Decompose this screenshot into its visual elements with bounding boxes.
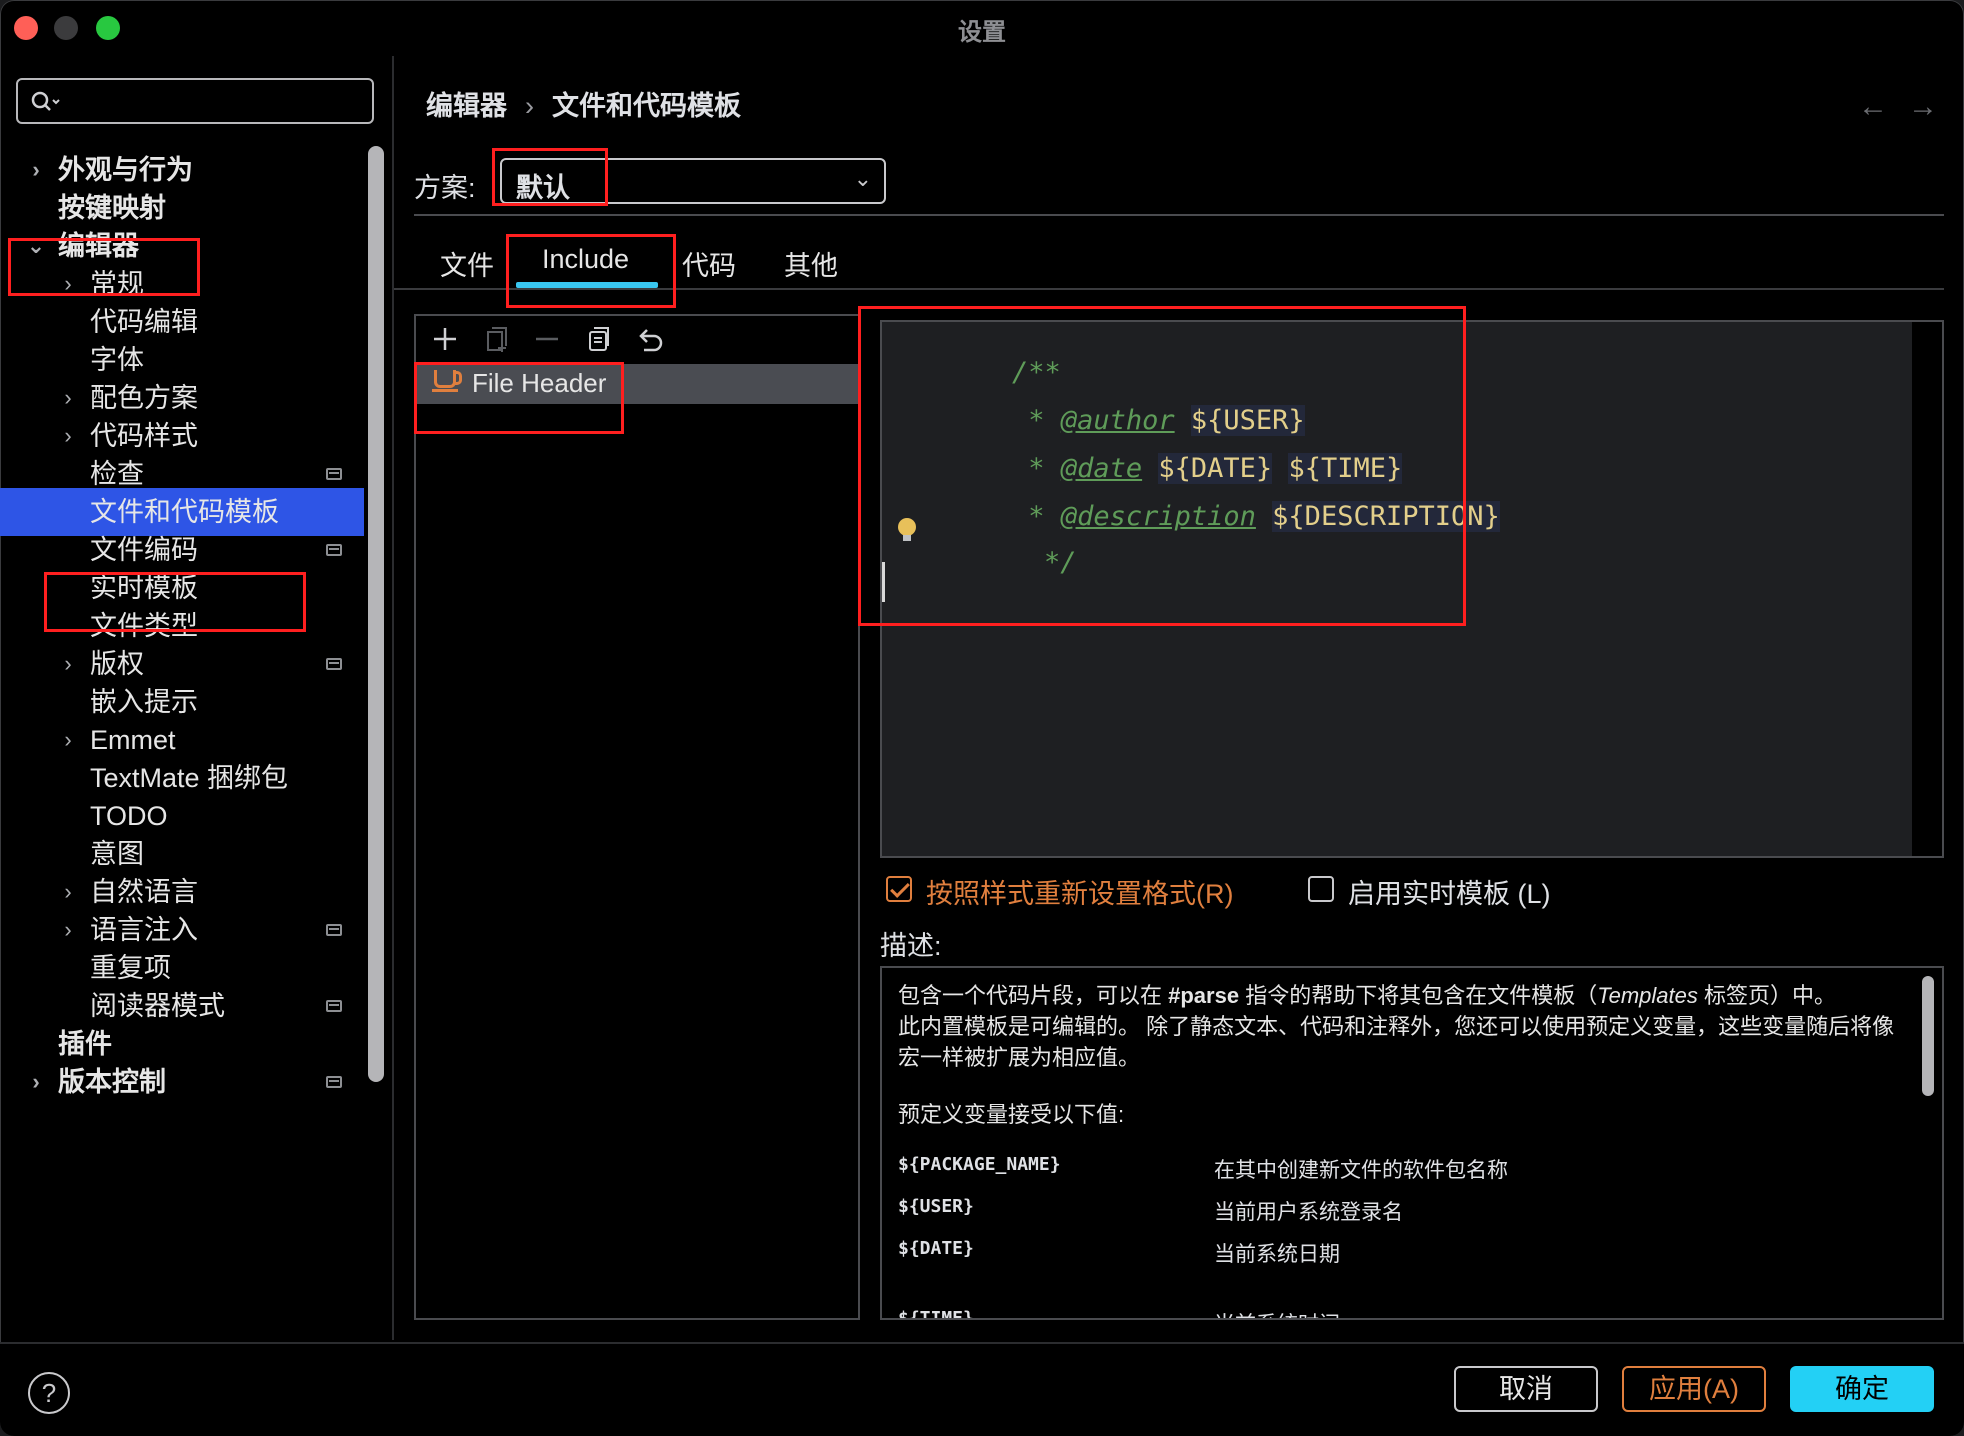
title-bar: 设置 [0,0,1964,56]
tab-files[interactable]: 文件 [440,244,494,283]
description-text: 指令的帮助下将其包含在文件模板（ [1239,983,1598,1008]
variable-name: ${PACKAGE_NAME} [898,1154,1061,1175]
description-panel[interactable]: 包含一个代码片段，可以在 #parse 指令的帮助下将其包含在文件模板（Temp… [880,966,1944,1320]
remove-icon[interactable] [532,324,562,354]
apply-button[interactable]: 应用(A) [1622,1366,1766,1412]
divider [414,214,1944,216]
template-list-panel: File Header [414,314,860,1320]
description-text: 包含一个代码片段，可以在 #parse 指令的帮助下将其包含在文件模板（Temp… [898,980,1898,1130]
scheme-value: 默认 [516,173,570,203]
description-label: 描述: [880,931,942,961]
ok-button[interactable]: 确定 [1790,1366,1934,1412]
description-text: 包含一个代码片段，可以在 [898,983,1169,1008]
template-list-toolbar [416,316,858,362]
template-name: File Header [472,368,607,398]
project-level-icon [326,1000,342,1012]
description-paragraph: 预定义变量接受以下值: [898,1102,1125,1127]
chevron-right-icon[interactable]: › [24,1058,48,1106]
variable-description: 当前系统日期 [1214,1243,1340,1266]
project-level-icon [326,468,342,480]
variable-name: ${USER} [898,1196,974,1217]
template-list-item[interactable]: File Header [416,364,858,404]
reformat-checkbox[interactable] [886,876,912,902]
scheme-label: 方案: [414,173,476,203]
cancel-button[interactable]: 取消 [1454,1366,1598,1412]
live-template-checkbox[interactable] [1308,876,1334,902]
project-level-icon [326,1076,342,1088]
code-area[interactable]: /** * @author ${USER} * @date ${DATE} ${… [882,322,1912,856]
reformat-label[interactable]: 按照样式重新设置格式(R) [926,872,1233,911]
breadcrumb: 编辑器 › 文件和代码模板 [426,84,741,123]
chevron-down-icon: ⌄ [853,166,872,191]
project-level-icon [326,544,342,556]
text-cursor [882,562,885,602]
scheme-select[interactable]: 默认 ⌄ [500,158,886,204]
forward-arrow-icon[interactable]: → [1908,90,1938,124]
reset-icon[interactable] [584,324,614,354]
dialog-footer: ? 取消 应用(A) 确定 [0,1342,1964,1436]
template-variable: ${DESCRIPTION} [1272,501,1500,532]
editor-scroll-gutter [1912,322,1942,856]
live-template-label[interactable]: 启用实时模板 (L) [1348,872,1551,911]
sidebar-divider[interactable] [392,56,394,1340]
tab-code[interactable]: 代码 [682,244,736,283]
description-emphasis: Templates [1597,983,1698,1008]
code-comment: */ [1044,547,1077,578]
settings-window: 设置 › 外观与行为 按键映射 ⌄ 编辑器 › 常规 代码编辑 字体 › 配色方… [0,0,1964,1436]
tab-include[interactable]: Include [542,244,629,275]
variable-description: 当前系统时间 [1214,1308,1340,1318]
variable-description: 在其中创建新文件的软件包名称 [1214,1159,1508,1182]
javadoc-tag: @description [1060,501,1256,532]
breadcrumb-current: 文件和代码模板 [552,91,741,121]
window-title: 设置 [958,19,1006,46]
template-code-editor[interactable]: /** * @author ${USER} * @date ${DATE} ${… [880,320,1944,858]
sidebar-scrollbar[interactable] [368,146,384,1082]
undo-icon[interactable] [634,324,664,354]
breadcrumb-separator: › [525,91,534,121]
breadcrumb-parent[interactable]: 编辑器 [426,91,507,121]
description-paragraph: 此内置模板是可编辑的。 除了静态文本、代码和注释外，您还可以使用预定义变量，这些… [898,1014,1895,1070]
divider [394,288,1944,290]
back-arrow-icon[interactable]: ← [1858,90,1888,124]
sidebar-item-version-control[interactable]: › 版本控制 [0,1058,364,1106]
settings-search-input[interactable] [16,78,374,124]
code-line: */ [914,516,1077,609]
project-level-icon [326,658,342,670]
variable-description: 当前用户系统登录名 [1214,1201,1403,1224]
search-icon [31,91,60,111]
project-level-icon [326,924,342,936]
copy-icon[interactable] [482,324,512,354]
description-keyword: #parse [1168,983,1240,1008]
description-paragraph: 包含一个代码片段，可以在 #parse 指令的帮助下将其包含在文件模板（Temp… [898,980,1898,1011]
variable-name: ${TIME} [898,1308,974,1320]
sidebar-item-label: 版本控制 [58,1067,166,1097]
help-icon[interactable]: ? [28,1372,70,1414]
tab-other[interactable]: 其他 [784,244,838,283]
add-icon[interactable] [430,324,460,354]
description-scrollbar[interactable] [1922,976,1934,1096]
description-text: 标签页）中。 [1697,983,1837,1008]
file-template-icon [432,370,462,392]
settings-sidebar: › 外观与行为 按键映射 ⌄ 编辑器 › 常规 代码编辑 字体 › 配色方案 ›… [0,56,392,1340]
variable-name: ${DATE} [898,1238,974,1259]
